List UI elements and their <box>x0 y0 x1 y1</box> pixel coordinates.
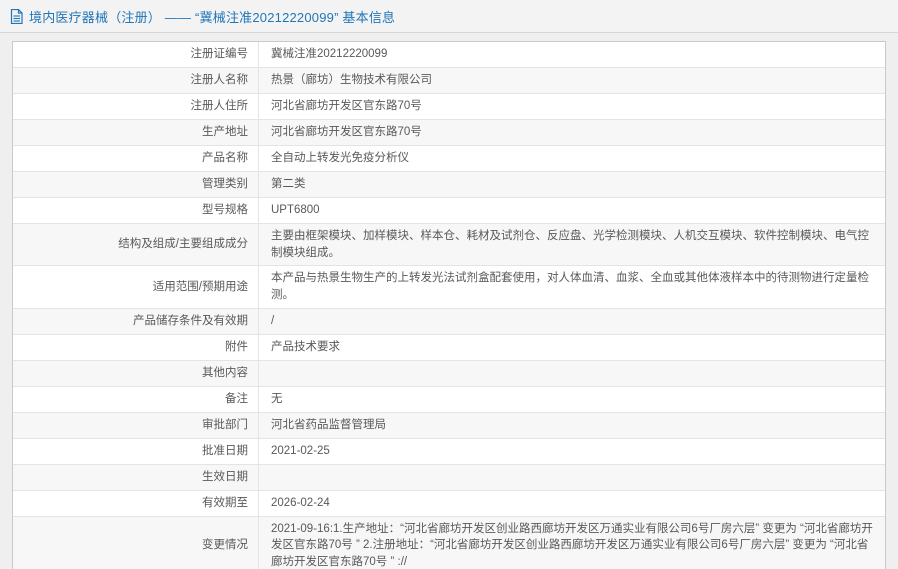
row-label-text: 注册人住所 <box>190 100 249 113</box>
table-row: 注册人住所 河北省廊坊开发区官东路70号 <box>13 94 885 120</box>
table-row: 批准日期 2021-02-25 <box>13 438 885 465</box>
registration-info-table: 注册证编号 冀械注准20212220099 注册人名称 热景（廊坊）生物技术有限… <box>12 41 886 569</box>
row-value: 河北省药品监督管理局 <box>259 413 885 438</box>
row-value-text: UPT6800 <box>271 204 320 217</box>
row-value-text: 河北省廊坊开发区官东路70号 <box>271 126 422 139</box>
row-value: 主要由框架模块、加样模块、样本仓、耗材及试剂仓、反应盘、光学检测模块、人机交互模… <box>259 224 885 265</box>
row-label-text: 产品名称 <box>202 152 248 165</box>
row-value: UPT6800 <box>259 198 885 223</box>
table-row: 适用范围/预期用途 本产品与热景生物生产的上转发光法试剂盒配套使用，对人体血清、… <box>13 266 885 309</box>
table-row: 生效日期 <box>13 464 885 491</box>
row-label-text: 变更情况 <box>202 539 248 552</box>
row-label-text: 注册人名称 <box>190 74 249 87</box>
row-label-text: 批准日期 <box>202 444 248 457</box>
row-value-text: 冀械注准20212220099 <box>271 48 388 61</box>
row-label: 注册人住所 <box>13 94 259 119</box>
row-value: 2021-09-16:1.生产地址：“河北省廊坊开发区创业路西廊坊开发区万通实业… <box>259 517 885 569</box>
table-row: 管理类别 第二类 <box>13 172 885 198</box>
row-label: 注册人名称 <box>13 68 259 93</box>
row-label-text: 备注 <box>225 392 248 405</box>
row-label: 管理类别 <box>13 172 259 197</box>
row-value: 全自动上转发光免疫分析仪 <box>259 146 885 171</box>
row-label-text: 适用范围/预期用途 <box>152 280 248 293</box>
row-label-text: 其他内容 <box>202 366 248 379</box>
row-label: 变更情况 <box>13 516 259 569</box>
row-value-text: 无 <box>271 392 283 405</box>
row-label: 审批部门 <box>13 412 259 438</box>
row-value-text: 河北省药品监督管理局 <box>271 418 386 431</box>
table-row: 备注 无 <box>13 386 885 413</box>
row-label: 适用范围/预期用途 <box>13 266 259 308</box>
table-row: 有效期至 2026-02-24 <box>13 490 885 517</box>
row-value-text: 主要由框架模块、加样模块、样本仓、耗材及试剂仓、反应盘、光学检测模块、人机交互模… <box>271 230 869 259</box>
row-value <box>259 361 885 386</box>
row-label: 有效期至 <box>13 490 259 516</box>
document-icon <box>10 8 23 24</box>
table-row: 生产地址 河北省廊坊开发区官东路70号 <box>13 120 885 146</box>
row-label-text: 附件 <box>225 340 248 353</box>
table-row: 审批部门 河北省药品监督管理局 <box>13 412 885 439</box>
table-row: 型号规格 UPT6800 <box>13 198 885 224</box>
row-value-text: 本产品与热景生物生产的上转发光法试剂盒配套使用，对人体血清、血浆、全血或其他体液… <box>271 272 869 302</box>
row-label-text: 产品储存条件及有效期 <box>133 314 248 327</box>
row-value: 本产品与热景生物生产的上转发光法试剂盒配套使用，对人体血清、血浆、全血或其他体液… <box>259 266 885 307</box>
row-label: 附件 <box>13 334 259 360</box>
row-label-text: 注册证编号 <box>190 48 249 61</box>
row-value: 第二类 <box>259 172 885 197</box>
table-row: 其他内容 <box>13 360 885 387</box>
row-value-text: 第二类 <box>271 178 306 191</box>
row-label: 生效日期 <box>13 464 259 490</box>
row-value: 2026-02-24 <box>259 491 885 516</box>
row-label-text: 有效期至 <box>202 496 248 509</box>
row-label: 产品名称 <box>13 146 259 171</box>
row-label-text: 管理类别 <box>202 178 248 191</box>
row-label-text: 审批部门 <box>202 418 248 431</box>
row-label-text: 生效日期 <box>202 470 248 483</box>
row-value: / <box>259 309 885 334</box>
row-label-text: 结构及组成/主要组成成分 <box>118 238 248 251</box>
row-value-text: 全自动上转发光免疫分析仪 <box>271 152 409 165</box>
page-title: 境内医疗器械（注册） —— “冀械注准20212220099” 基本信息 <box>29 9 396 25</box>
row-label: 注册证编号 <box>13 42 259 67</box>
row-value: 河北省廊坊开发区官东路70号 <box>259 94 885 119</box>
row-label: 结构及组成/主要组成成分 <box>13 224 259 266</box>
row-label: 产品储存条件及有效期 <box>13 308 259 334</box>
row-value: 产品技术要求 <box>259 335 885 360</box>
row-value: 冀械注准20212220099 <box>259 42 885 67</box>
table-row: 附件 产品技术要求 <box>13 334 885 361</box>
row-value-text: 产品技术要求 <box>271 340 340 353</box>
row-value: 河北省廊坊开发区官东路70号 <box>259 120 885 145</box>
table-row: 结构及组成/主要组成成分 主要由框架模块、加样模块、样本仓、耗材及试剂仓、反应盘… <box>13 224 885 267</box>
row-value-text: 2021-09-16:1.生产地址：“河北省廊坊开发区创业路西廊坊开发区万通实业… <box>271 522 873 569</box>
row-label-text: 型号规格 <box>202 204 248 217</box>
row-value-text: 热景（廊坊）生物技术有限公司 <box>271 74 432 87</box>
row-label: 备注 <box>13 386 259 412</box>
row-label: 生产地址 <box>13 120 259 145</box>
row-label: 批准日期 <box>13 438 259 464</box>
row-value <box>259 465 885 490</box>
row-value: 无 <box>259 387 885 412</box>
row-label: 型号规格 <box>13 198 259 223</box>
table-row: 产品储存条件及有效期 / <box>13 308 885 335</box>
row-value-text: 2021-02-25 <box>271 444 330 457</box>
page-header: 境内医疗器械（注册） —— “冀械注准20212220099” 基本信息 <box>0 0 898 33</box>
row-label: 其他内容 <box>13 360 259 386</box>
table-row: 变更情况 2021-09-16:1.生产地址：“河北省廊坊开发区创业路西廊坊开发… <box>13 516 885 569</box>
row-value-text: 河北省廊坊开发区官东路70号 <box>271 100 422 113</box>
row-label-text: 生产地址 <box>202 126 248 139</box>
row-value-text: / <box>271 314 275 327</box>
table-row: 产品名称 全自动上转发光免疫分析仪 <box>13 146 885 172</box>
table-row: 注册证编号 冀械注准20212220099 <box>13 42 885 68</box>
row-value: 2021-02-25 <box>259 439 885 464</box>
row-value: 热景（廊坊）生物技术有限公司 <box>259 68 885 93</box>
row-value-text: 2026-02-24 <box>271 496 330 509</box>
table-row: 注册人名称 热景（廊坊）生物技术有限公司 <box>13 68 885 94</box>
